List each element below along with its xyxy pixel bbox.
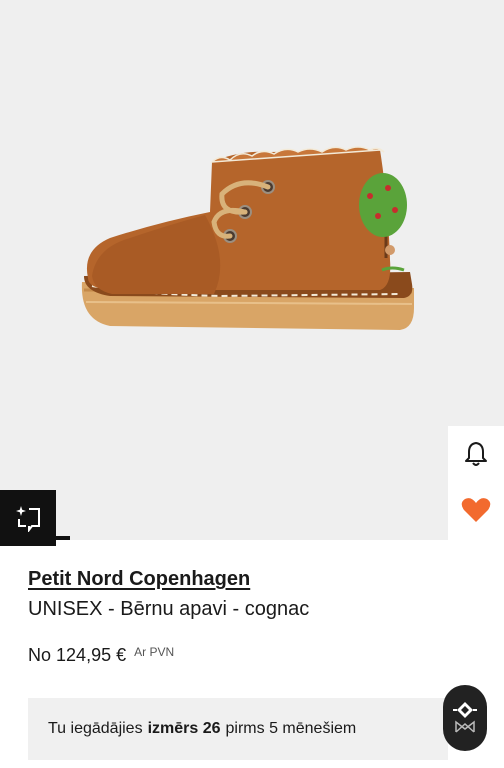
shoe-illustration: [81, 146, 414, 330]
brand-link[interactable]: Petit Nord Copenhagen: [28, 568, 250, 591]
product-title: UNISEX - Bērnu apavi - cognac: [28, 598, 310, 620]
price-prefix: No: [28, 645, 52, 665]
price-value: 124,95 €: [56, 645, 127, 665]
purchase-note-after: pirms 5 mēnešiem: [225, 720, 357, 737]
purchase-note-size: izmērs 26: [147, 720, 221, 737]
price-row: No 124,95 € Ar PVN: [28, 645, 174, 666]
price: No 124,95 €: [28, 645, 126, 666]
image-indicator: [0, 536, 70, 540]
sparkle-frame-icon: [16, 506, 40, 532]
purchase-note-before: Tu iegādājies: [48, 720, 143, 737]
heart-icon: [461, 498, 491, 522]
purchase-history-note: Tu iegādājies izmērs 26 pirms 5 mēnešiem: [28, 698, 448, 760]
wishlist-button[interactable]: [448, 482, 504, 538]
bell-icon: [465, 442, 487, 466]
assistant-button[interactable]: [443, 685, 487, 751]
side-actions: [448, 426, 504, 540]
notify-button[interactable]: [448, 426, 504, 482]
vat-note: Ar PVN: [134, 645, 175, 659]
product-image[interactable]: [0, 0, 504, 540]
assistant-logo-icon: [453, 702, 477, 733]
